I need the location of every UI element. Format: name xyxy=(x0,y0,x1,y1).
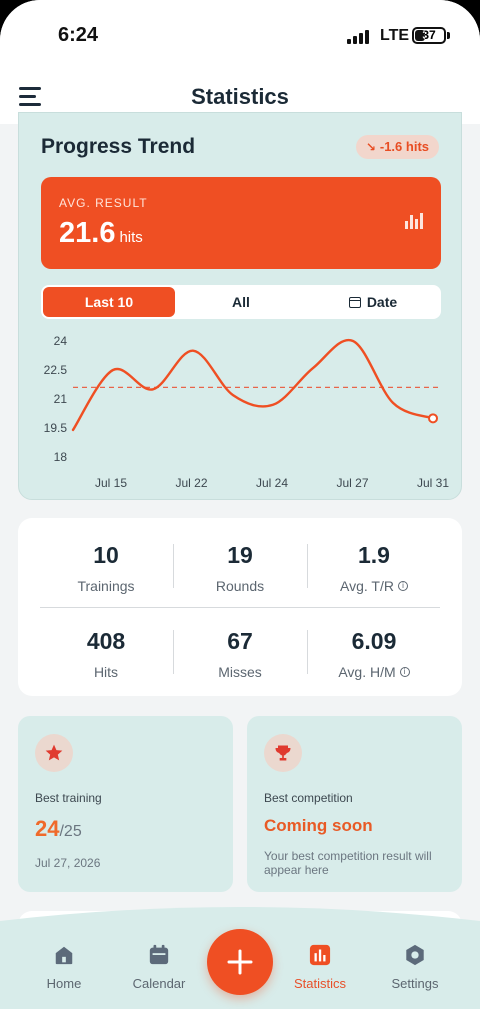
stat-label-text: Avg. H/M xyxy=(338,664,396,680)
y-tick-label: 22.5 xyxy=(44,363,68,377)
nav-settings-label: Settings xyxy=(391,976,439,991)
stat-value: 6.09 xyxy=(351,628,397,654)
star-icon xyxy=(35,734,73,772)
x-tick-label: Jul 22 xyxy=(175,476,207,490)
y-tick-label: 21 xyxy=(54,392,68,406)
range-selector: Last 10 All Date xyxy=(41,285,441,319)
stat-label: Misses xyxy=(173,664,307,680)
progress-trend-chart: 24 22.5 21 19.5 18 Jul 15 Jul 22 Jul 24 Jul 27 Ju… xyxy=(44,334,450,490)
stats-card: 10 Trainings 19 Rounds 1.9 Avg. T/R i 408… xyxy=(18,518,462,696)
stat-label: Rounds xyxy=(173,578,307,594)
stat-value: 67 xyxy=(227,628,253,654)
statistics-icon xyxy=(275,940,365,966)
home-icon xyxy=(19,940,109,966)
y-tick-label: 18 xyxy=(54,450,68,464)
stat-value: 1.9 xyxy=(358,542,390,568)
stat-label-text: Hits xyxy=(93,664,119,680)
divider xyxy=(40,607,440,608)
x-tick-label: Jul 27 xyxy=(336,476,368,490)
delta-badge: ↘ -1.6 hits xyxy=(355,135,439,159)
add-training-button[interactable] xyxy=(207,929,273,995)
best-training-label: Best training xyxy=(35,791,102,805)
stat-misses: 67 Misses xyxy=(173,628,307,680)
best-training-date: Jul 27, 2026 xyxy=(35,856,101,870)
progress-title: Progress Trend xyxy=(41,135,196,158)
settings-icon xyxy=(370,940,460,966)
data-point xyxy=(428,413,438,424)
tab-all[interactable]: All xyxy=(175,287,307,317)
stat-avg-tr: 1.9 Avg. T/R i xyxy=(307,542,441,594)
info-icon[interactable]: i xyxy=(397,581,408,591)
stat-trainings: 10 Trainings xyxy=(39,542,173,594)
bar-chart-icon xyxy=(405,213,423,229)
tab-all-label: All xyxy=(232,294,250,310)
stat-label: Avg. T/R i xyxy=(307,578,441,594)
signal-icon xyxy=(347,30,369,44)
nav-calendar-label: Calendar xyxy=(132,976,186,991)
y-tick-label: 24 xyxy=(54,334,68,348)
stat-hits: 408 Hits xyxy=(39,628,173,680)
battery-icon: 37 xyxy=(412,27,446,44)
tab-date-label: Date xyxy=(366,294,398,310)
nav-home-label: Home xyxy=(46,976,82,991)
stat-value: 408 xyxy=(86,628,126,654)
tab-date[interactable]: Date xyxy=(307,287,439,317)
battery-tip xyxy=(447,32,450,39)
avg-value: 21.6 hits xyxy=(59,217,143,250)
best-competition-label: Best competition xyxy=(264,791,353,805)
x-tick-label: Jul 31 xyxy=(417,476,449,490)
stat-label: Trainings xyxy=(39,578,173,594)
best-training-score: 24/25 xyxy=(35,816,82,842)
stat-label: Avg. H/M i xyxy=(307,664,441,680)
calendar-icon xyxy=(114,940,204,966)
best-training-card[interactable]: Best training 24/25 Jul 27, 2026 xyxy=(18,716,233,892)
nav-statistics[interactable]: Statistics xyxy=(275,940,365,991)
battery-level: 37 xyxy=(422,28,436,42)
trend-down-icon: ↘ xyxy=(365,140,376,154)
trophy-icon xyxy=(264,734,302,772)
stat-label: Hits xyxy=(39,664,173,680)
progress-trend-card: Progress Trend ↘ -1.6 hits AVG. RESULT 2… xyxy=(18,112,462,500)
best-competition-card[interactable]: Best competition Coming soon Your best c… xyxy=(247,716,462,892)
stat-label-text: Avg. T/R xyxy=(340,578,394,594)
nav-statistics-label: Statistics xyxy=(293,976,346,991)
info-icon[interactable]: i xyxy=(399,667,410,677)
x-tick-label: Jul 24 xyxy=(256,476,288,490)
status-bar: 6:24 LTE 37 xyxy=(0,0,480,70)
best-competition-description: Your best competition result will appear… xyxy=(264,849,432,877)
stat-value: 10 xyxy=(93,542,119,568)
network-label: LTE xyxy=(380,27,410,44)
delta-value: -1.6 hits xyxy=(379,139,429,154)
calendar-icon xyxy=(348,296,361,308)
plus-icon xyxy=(227,949,253,975)
nav-calendar[interactable]: Calendar xyxy=(114,940,204,991)
stat-label-text: Misses xyxy=(218,664,262,680)
avg-number: 21.6 xyxy=(59,217,116,249)
phone-screen: 6:24 LTE 37 Statistics Progress Trend ↘ … xyxy=(0,0,480,1009)
nav-home[interactable]: Home xyxy=(19,940,109,991)
avg-label: AVG. RESULT xyxy=(59,196,148,210)
nav-settings[interactable]: Settings xyxy=(370,940,460,991)
avg-unit: hits xyxy=(119,229,143,246)
y-tick-label: 19.5 xyxy=(44,421,68,435)
best-score-total: /25 xyxy=(59,823,82,840)
series-line xyxy=(71,338,435,432)
tab-last-10-label: Last 10 xyxy=(84,294,134,310)
page-title: Statistics xyxy=(191,84,289,109)
stat-value: 19 xyxy=(227,542,253,568)
stat-label-text: Rounds xyxy=(215,578,265,594)
average-result-box: AVG. RESULT 21.6 hits xyxy=(41,177,441,269)
tab-last-10[interactable]: Last 10 xyxy=(43,287,175,317)
status-time: 6:24 xyxy=(58,24,99,46)
best-score-value: 24 xyxy=(35,816,60,841)
x-tick-label: Jul 15 xyxy=(95,476,127,490)
best-competition-status: Coming soon xyxy=(264,816,373,835)
stat-label-text: Trainings xyxy=(77,578,135,594)
stat-avg-hm: 6.09 Avg. H/M i xyxy=(307,628,441,680)
stat-rounds: 19 Rounds xyxy=(173,542,307,594)
